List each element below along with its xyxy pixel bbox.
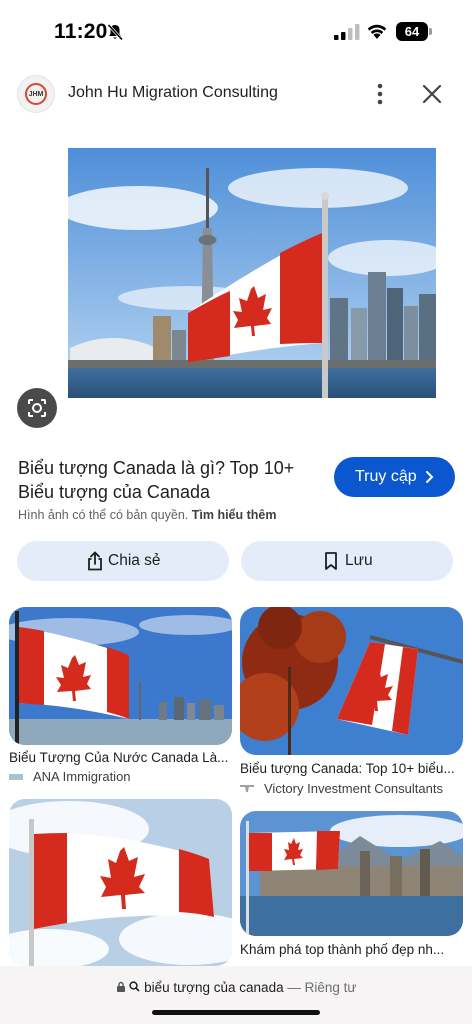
related-title[interactable]: Biểu tượng Canada: Top 10+ biểu...	[240, 761, 463, 776]
privacy-label: Riêng tư	[304, 980, 357, 995]
related-source: Victory Investment Consultants	[264, 781, 443, 796]
bell-slash-icon	[107, 23, 124, 41]
related-image[interactable]	[240, 607, 463, 755]
related-card[interactable]	[9, 799, 232, 966]
wifi-icon	[367, 24, 387, 39]
chevron-right-icon	[426, 471, 434, 483]
related-card[interactable]: Biểu tượng Canada: Top 10+ biểu... Victo…	[240, 607, 463, 802]
status-bar: 11:20 64	[0, 0, 472, 62]
site-logo[interactable]: JHM	[17, 75, 55, 113]
lens-icon	[28, 399, 46, 417]
site-name[interactable]: John Hu Migration Consulting	[68, 84, 278, 102]
related-source: ANA Immigration	[33, 769, 131, 784]
related-card[interactable]: Biểu Tượng Của Nước Canada Là... ANA Imm…	[9, 607, 232, 790]
query-text: biểu tượng của canada	[144, 980, 284, 995]
save-button[interactable]: Lưu	[241, 541, 453, 581]
status-time: 11:20	[54, 20, 108, 43]
visit-label: Truy cập	[355, 468, 417, 485]
query-separator: —	[287, 980, 301, 995]
learn-more-link[interactable]: Tìm hiểu thêm	[192, 508, 277, 522]
battery-icon: 64	[396, 22, 432, 41]
bookmark-icon	[325, 552, 337, 570]
save-label: Lưu	[345, 552, 373, 569]
share-icon	[88, 551, 102, 571]
related-card[interactable]: Khám phá top thành phố đẹp nh...	[240, 811, 463, 966]
share-label: Chia sẻ	[108, 552, 161, 569]
source-favicon-icon	[240, 785, 254, 793]
related-image[interactable]	[240, 811, 463, 936]
related-title[interactable]: Biểu Tượng Của Nước Canada Là...	[9, 750, 232, 765]
bottom-search-query[interactable]: biểu tượng của canada — Riêng tư	[0, 980, 472, 995]
related-image[interactable]	[9, 799, 232, 966]
close-icon[interactable]	[418, 80, 446, 108]
lock-icon	[116, 981, 125, 992]
share-button[interactable]: Chia sẻ	[17, 541, 229, 581]
battery-level: 64	[396, 22, 428, 41]
hero-image[interactable]	[68, 148, 436, 398]
page-header: JHM John Hu Migration Consulting	[0, 72, 472, 116]
lens-search-button[interactable]	[17, 388, 57, 428]
result-title[interactable]: Biểu tượng Canada là gì? Top 10+ Biểu tư…	[18, 456, 318, 504]
copyright-notice: Hình ảnh có thể có bản quyền. Tìm hiểu t…	[18, 508, 277, 522]
more-vert-icon[interactable]	[370, 80, 390, 108]
related-image[interactable]	[9, 607, 232, 745]
source-favicon-icon	[9, 774, 23, 780]
signal-icon	[334, 24, 360, 40]
home-indicator[interactable]	[152, 1010, 320, 1015]
bottom-bar: biểu tượng của canada — Riêng tư	[0, 966, 472, 1024]
search-icon	[129, 981, 140, 992]
related-title[interactable]: Khám phá top thành phố đẹp nh...	[240, 942, 463, 957]
visit-button[interactable]: Truy cập	[334, 457, 455, 497]
